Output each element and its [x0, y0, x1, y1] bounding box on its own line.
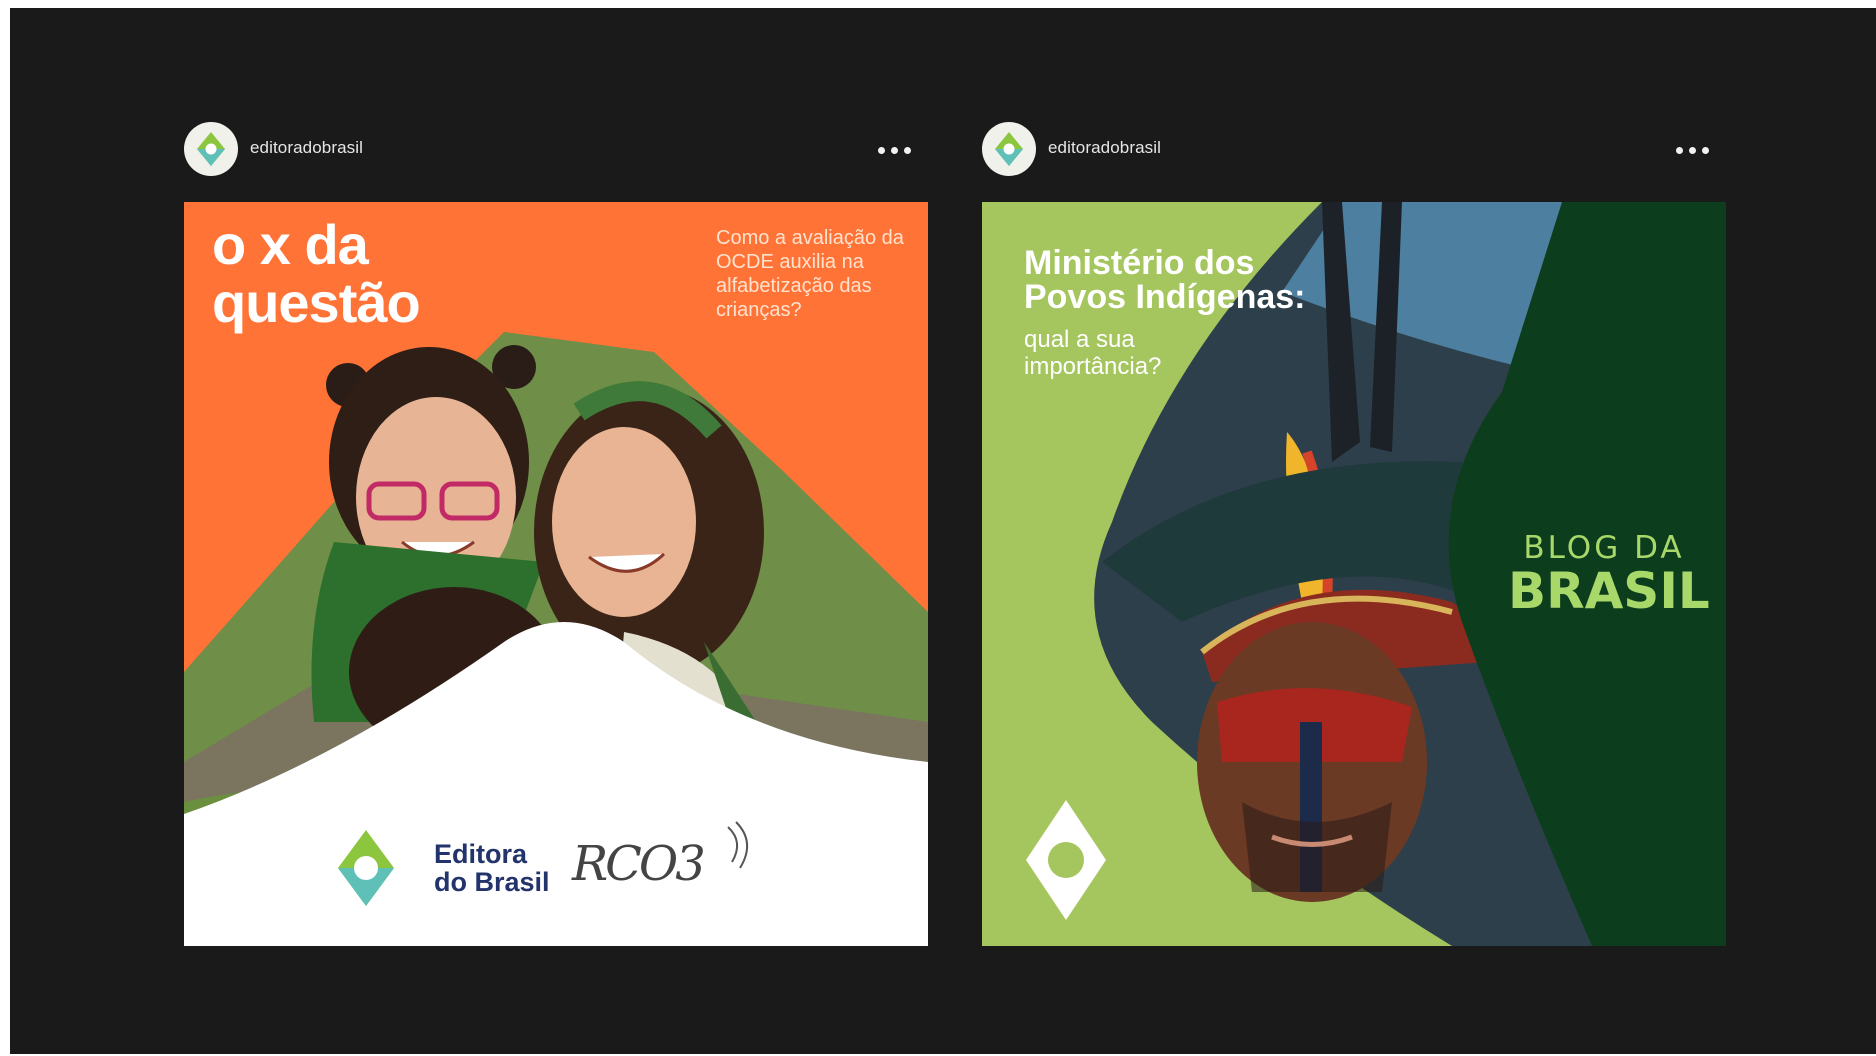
- more-dot: [890, 146, 898, 154]
- more-horizontal-icon: [877, 146, 885, 154]
- more-horizontal-icon: [1675, 146, 1683, 154]
- more-options-button[interactable]: [1668, 134, 1716, 166]
- more-dot: [903, 146, 911, 154]
- editora-logo-icon: [197, 132, 225, 166]
- blog-label-line1: BLOG DA: [1523, 530, 1685, 566]
- post-headline: o x da questão: [212, 213, 421, 334]
- post-image[interactable]: o x da questão Como a avaliação da OCDE …: [184, 202, 928, 946]
- editora-logo-icon: [995, 132, 1023, 166]
- more-dot: [1701, 146, 1709, 154]
- podcast-logo-text: RCO3: [572, 836, 706, 892]
- post-header: editoradobrasil: [972, 122, 1716, 178]
- post-title: Ministério dos Povos Indígenas:: [1024, 244, 1306, 316]
- blog-label-line2: BRASIL: [1508, 562, 1710, 620]
- post-username[interactable]: editoradobrasil: [1048, 138, 1161, 158]
- more-dot: [1688, 146, 1696, 154]
- editora-brand-text: Editora do Brasil: [434, 839, 550, 897]
- post-subtitle: qual a sua importância?: [1024, 326, 1162, 380]
- profile-avatar[interactable]: [184, 122, 238, 176]
- post-username[interactable]: editoradobrasil: [250, 138, 363, 158]
- post-header: editoradobrasil: [174, 122, 918, 178]
- more-options-button[interactable]: [870, 134, 918, 166]
- post-side-caption: Como a avaliação da OCDE auxilia na alfa…: [716, 227, 904, 321]
- feed-stage: editoradobrasil o x da questão Como a av…: [10, 8, 1876, 1054]
- post-image[interactable]: Ministério dos Povos Indígenas: qual a s…: [982, 202, 1726, 946]
- profile-avatar[interactable]: [982, 122, 1036, 176]
